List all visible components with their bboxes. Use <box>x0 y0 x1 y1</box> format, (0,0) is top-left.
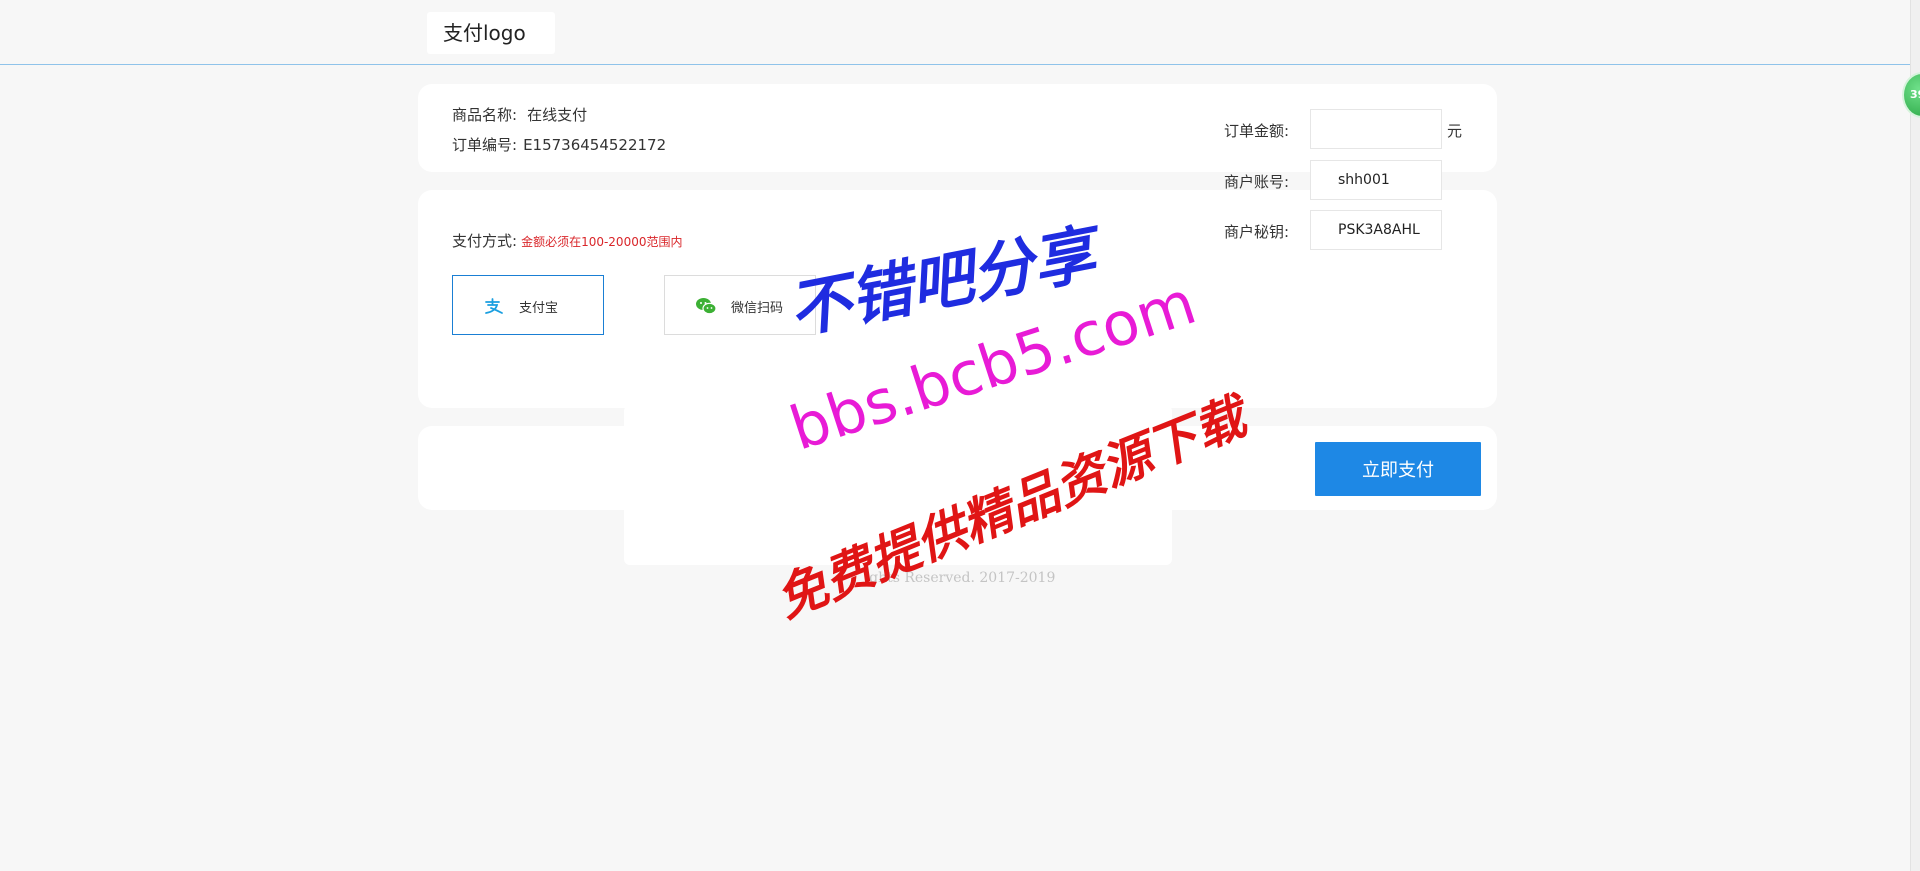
amount-unit: 元 <box>1447 122 1463 140</box>
amount-warning: 金额必须在100-20000范围内 <box>521 235 683 249</box>
logo: 支付logo <box>427 12 555 54</box>
product-name-row: 商品名称: 在线支付 <box>452 104 587 125</box>
secret-input[interactable] <box>1310 210 1442 250</box>
payment-method-title: 支付方式: 金额必须在100-20000范围内 <box>452 230 682 251</box>
order-number-row: 订单编号: E15736454522172 <box>452 134 666 155</box>
amount-row: 订单金额: 元 <box>1224 109 1464 149</box>
secret-label: 商户秘钥: <box>1224 223 1290 241</box>
pay-now-button[interactable]: 立即支付 <box>1315 442 1481 496</box>
alipay-icon <box>483 296 505 316</box>
pay-option-wechat[interactable]: 微信扫码 <box>664 275 816 335</box>
pay-option-alipay[interactable]: 支付宝 <box>452 275 604 335</box>
amount-label: 订单金额: <box>1224 122 1290 140</box>
order-number-label: 订单编号: <box>452 136 518 154</box>
floating-badge[interactable]: 39 <box>1902 72 1920 118</box>
secret-row: 商户秘钥: <box>1224 210 1464 250</box>
order-number-value: E15736454522172 <box>523 136 667 154</box>
amount-input[interactable] <box>1310 109 1442 149</box>
account-label: 商户账号: <box>1224 173 1290 191</box>
pay-option-wechat-label: 微信扫码 <box>731 301 784 316</box>
wechat-icon <box>695 296 717 316</box>
product-name-value: 在线支付 <box>527 106 588 124</box>
payment-method-label: 支付方式: <box>452 232 518 250</box>
page-header: 支付logo <box>0 0 1920 65</box>
pay-option-alipay-label: 支付宝 <box>519 301 559 316</box>
overlay-panel <box>624 405 1172 565</box>
scrollbar[interactable] <box>1910 0 1920 871</box>
product-name-label: 商品名称: <box>452 106 518 124</box>
account-input[interactable] <box>1310 160 1442 200</box>
account-row: 商户账号: <box>1224 160 1464 200</box>
copyright-text: ights Reserved. 2017-2019 <box>864 570 1056 586</box>
